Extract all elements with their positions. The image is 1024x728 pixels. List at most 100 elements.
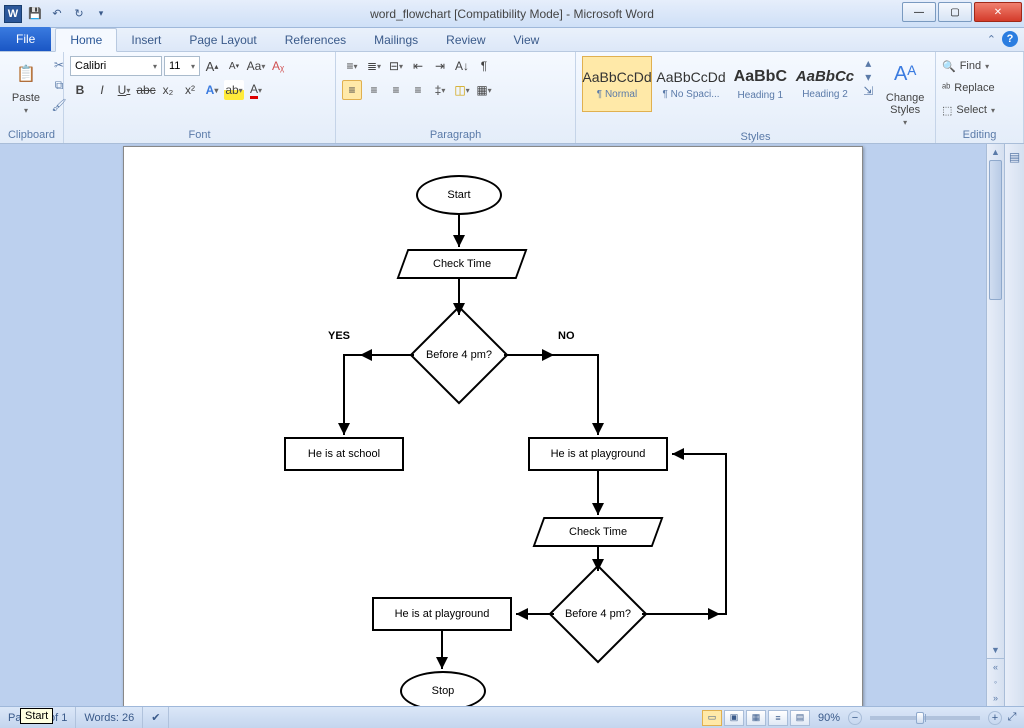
zoom-out-button[interactable]: − bbox=[848, 711, 862, 725]
qat-redo-icon[interactable]: ↻ bbox=[70, 5, 88, 23]
tab-references[interactable]: References bbox=[271, 29, 360, 51]
word-app-icon: W bbox=[4, 5, 22, 23]
tab-home[interactable]: Home bbox=[55, 28, 117, 52]
shading-icon[interactable]: ◫▾ bbox=[452, 80, 472, 100]
ribbon-tabs: File Home Insert Page Layout References … bbox=[0, 28, 1024, 52]
style-heading2[interactable]: AaBbCc Heading 2 bbox=[795, 56, 856, 112]
styles-row-down-icon[interactable]: ▾ bbox=[859, 70, 877, 84]
bold-button[interactable]: B bbox=[70, 80, 90, 100]
style-no-spacing[interactable]: AaBbCcDd ¶ No Spaci... bbox=[656, 56, 726, 112]
justify-icon[interactable]: ≡ bbox=[408, 80, 428, 100]
help-icon[interactable]: ? bbox=[1002, 31, 1018, 47]
browse-prev-icon[interactable]: « bbox=[987, 658, 1004, 674]
view-outline-icon[interactable]: ≡ bbox=[768, 710, 788, 726]
vertical-scrollbar[interactable]: ▲ ▼ « ◦ » bbox=[986, 144, 1004, 706]
align-right-icon[interactable]: ≡ bbox=[386, 80, 406, 100]
numbering-icon[interactable]: ≣▾ bbox=[364, 56, 384, 76]
styles-group-label: Styles bbox=[582, 129, 929, 145]
font-name-combo[interactable]: Calibri▾ bbox=[70, 56, 162, 76]
align-center-icon[interactable]: ≡ bbox=[364, 80, 384, 100]
qat-undo-icon[interactable]: ↶ bbox=[48, 5, 66, 23]
change-styles-icon: Aᴬ bbox=[889, 58, 921, 90]
increase-indent-icon[interactable]: ⇥ bbox=[430, 56, 450, 76]
styles-more-icon[interactable]: ⇲ bbox=[859, 84, 877, 98]
ruler-toggle-icon[interactable]: ▤ bbox=[1006, 148, 1024, 166]
flowchart-parallelogram-check1[interactable]: Check Time bbox=[397, 249, 528, 279]
select-button[interactable]: ⬚Select▾ bbox=[942, 100, 995, 120]
status-bar: Page: 1 of 1 Words: 26 ✔ ▭ ▣ ▦ ≡ ▤ 90% −… bbox=[0, 706, 1024, 728]
strike-button[interactable]: abc bbox=[136, 80, 156, 100]
find-button[interactable]: 🔍Find▾ bbox=[942, 56, 989, 76]
zoom-fit-icon[interactable]: ⤢ bbox=[1004, 711, 1020, 724]
flowchart-parallelogram-check2[interactable]: Check Time bbox=[533, 517, 664, 547]
document-page[interactable]: Start Check Time YES NO Before 4 pm? He … bbox=[123, 146, 863, 706]
zoom-slider[interactable] bbox=[870, 716, 980, 720]
minimize-ribbon-icon[interactable]: ⌃ bbox=[987, 33, 996, 46]
browse-object-icon[interactable]: ◦ bbox=[987, 674, 1004, 690]
tab-review[interactable]: Review bbox=[432, 29, 499, 51]
side-ruler-tools: ▤ bbox=[1004, 144, 1024, 706]
underline-button[interactable]: U▾ bbox=[114, 80, 134, 100]
replace-icon: ᵃᵇ bbox=[942, 82, 950, 94]
clear-format-icon[interactable]: Aᵪ bbox=[268, 56, 288, 76]
superscript-button[interactable]: x² bbox=[180, 80, 200, 100]
shrink-font-icon[interactable]: A▾ bbox=[224, 56, 244, 76]
multilevel-icon[interactable]: ⊟▾ bbox=[386, 56, 406, 76]
file-tab[interactable]: File bbox=[0, 27, 51, 51]
style-normal[interactable]: AaBbCcDd ¶ Normal bbox=[582, 56, 652, 112]
tab-view[interactable]: View bbox=[500, 29, 554, 51]
flowchart-start[interactable]: Start bbox=[416, 175, 502, 215]
view-full-screen-icon[interactable]: ▣ bbox=[724, 710, 744, 726]
status-words[interactable]: Words: 26 bbox=[76, 707, 143, 728]
view-web-icon[interactable]: ▦ bbox=[746, 710, 766, 726]
subscript-button[interactable]: x₂ bbox=[158, 80, 178, 100]
flowchart-decision-2[interactable]: Before 4 pm? bbox=[563, 579, 633, 649]
window-close-button[interactable]: ✕ bbox=[974, 2, 1022, 22]
zoom-in-button[interactable]: + bbox=[988, 711, 1002, 725]
borders-icon[interactable]: ▦▾ bbox=[474, 80, 494, 100]
flowchart-rect-playground-1[interactable]: He is at playground bbox=[528, 437, 668, 471]
scroll-down-icon[interactable]: ▼ bbox=[987, 642, 1004, 658]
italic-button[interactable]: I bbox=[92, 80, 112, 100]
paste-button[interactable]: 📋 Paste ▾ bbox=[6, 56, 46, 117]
font-color-icon[interactable]: A▾ bbox=[246, 80, 266, 100]
scroll-up-icon[interactable]: ▲ bbox=[987, 144, 1004, 160]
grow-font-icon[interactable]: A▴ bbox=[202, 56, 222, 76]
text-effects-icon[interactable]: A▾ bbox=[202, 80, 222, 100]
tab-mailings[interactable]: Mailings bbox=[360, 29, 432, 51]
show-marks-icon[interactable]: ¶ bbox=[474, 56, 494, 76]
replace-button[interactable]: ᵃᵇReplace bbox=[942, 78, 995, 98]
highlight-icon[interactable]: ab▾ bbox=[224, 80, 244, 100]
decrease-indent-icon[interactable]: ⇤ bbox=[408, 56, 428, 76]
flowchart-no-label: NO bbox=[558, 330, 575, 342]
align-left-icon[interactable]: ≡ bbox=[342, 80, 362, 100]
scroll-thumb[interactable] bbox=[989, 160, 1002, 300]
change-styles-button[interactable]: Aᴬ Change Styles ▾ bbox=[881, 56, 929, 129]
bullets-icon[interactable]: ≡▾ bbox=[342, 56, 362, 76]
find-icon: 🔍 bbox=[942, 60, 956, 73]
tab-insert[interactable]: Insert bbox=[117, 29, 175, 51]
change-case-icon[interactable]: Aa▾ bbox=[246, 56, 266, 76]
font-size-combo[interactable]: 11▾ bbox=[164, 56, 200, 76]
window-minimize-button[interactable]: — bbox=[902, 2, 936, 22]
line-spacing-icon[interactable]: ‡▾ bbox=[430, 80, 450, 100]
flowchart-yes-label: YES bbox=[328, 330, 350, 342]
browse-next-icon[interactable]: » bbox=[987, 690, 1004, 706]
zoom-level[interactable]: 90% bbox=[812, 712, 846, 724]
flowchart-rect-playground-2[interactable]: He is at playground bbox=[372, 597, 512, 631]
flowchart-stop[interactable]: Stop bbox=[400, 671, 486, 706]
ribbon: 📋 Paste ▾ ✂ ⧉ 🖌 Clipboard Calibri▾ 11▾ A… bbox=[0, 52, 1024, 144]
window-maximize-button[interactable]: ▢ bbox=[938, 2, 972, 22]
qat-customize-icon[interactable]: ▾ bbox=[92, 5, 110, 23]
flowchart-decision-1[interactable]: Before 4 pm? bbox=[424, 320, 494, 390]
style-heading1[interactable]: AaBbC Heading 1 bbox=[730, 56, 791, 112]
clipboard-icon: 📋 bbox=[10, 58, 42, 90]
flowchart-rect-school[interactable]: He is at school bbox=[284, 437, 404, 471]
styles-row-up-icon[interactable]: ▴ bbox=[859, 56, 877, 70]
status-proofing-icon[interactable]: ✔ bbox=[143, 707, 169, 728]
qat-save-icon[interactable]: 💾 bbox=[26, 5, 44, 23]
view-draft-icon[interactable]: ▤ bbox=[790, 710, 810, 726]
tab-page-layout[interactable]: Page Layout bbox=[175, 29, 270, 51]
view-print-layout-icon[interactable]: ▭ bbox=[702, 710, 722, 726]
sort-icon[interactable]: A↓ bbox=[452, 56, 472, 76]
